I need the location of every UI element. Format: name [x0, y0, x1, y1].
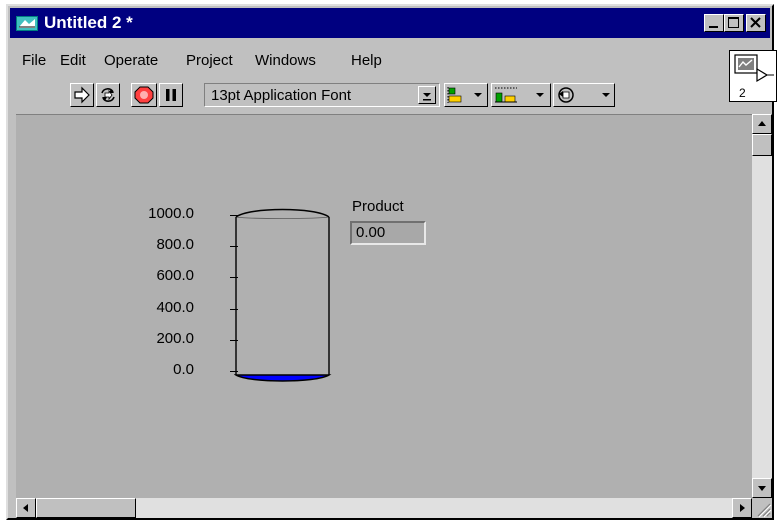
- menu-edit[interactable]: Edit: [60, 52, 86, 69]
- product-numeric-indicator[interactable]: 0.00: [350, 221, 426, 245]
- arrow-right-icon: [740, 504, 745, 512]
- vertical-scroll-thumb[interactable]: [752, 134, 772, 156]
- run-arrow-icon: [74, 86, 90, 104]
- tank-scale-label: 0.0: [173, 361, 194, 378]
- menu-help[interactable]: Help: [351, 52, 382, 69]
- reorder-icon: [558, 87, 610, 103]
- tank-scale-label: 400.0: [156, 298, 194, 316]
- front-panel[interactable]: 1000.0 800.0 600.0 400.0 200.0 0.0 Product 0.…: [16, 114, 752, 499]
- menu-operate[interactable]: Operate: [104, 52, 158, 69]
- minimize-button[interactable]: [704, 14, 724, 32]
- tank-scale-label: 800.0: [156, 236, 194, 254]
- menu-file[interactable]: File: [22, 52, 46, 69]
- scroll-left-button[interactable]: [16, 498, 36, 518]
- align-objects-icon: [447, 87, 482, 103]
- tank-indicator[interactable]: [234, 205, 334, 389]
- window-title: Untitled 2 *: [44, 13, 133, 32]
- scroll-up-button[interactable]: [752, 114, 772, 134]
- horizontal-scroll-thumb[interactable]: [36, 498, 136, 518]
- vertical-scrollbar[interactable]: [752, 114, 772, 498]
- arrow-down-icon: [758, 486, 766, 491]
- align-objects-button[interactable]: [444, 83, 488, 107]
- resize-grip[interactable]: [752, 498, 772, 518]
- title-bar[interactable]: Untitled 2 *: [10, 8, 770, 38]
- scroll-right-button[interactable]: [732, 498, 752, 518]
- maximize-button[interactable]: [724, 14, 744, 32]
- run-continuously-button[interactable]: [96, 83, 120, 107]
- scroll-down-button[interactable]: [752, 478, 772, 498]
- abort-button[interactable]: [131, 83, 157, 107]
- abort-stop-icon: [134, 86, 154, 104]
- distribute-objects-icon: [495, 87, 544, 103]
- product-value: 0.00: [356, 224, 386, 241]
- resize-grip-icon: [757, 503, 772, 518]
- arrow-up-icon: [758, 121, 766, 126]
- font-dropdown-button[interactable]: [418, 86, 436, 104]
- vi-window: Untitled 2 * File Edit Operate Project W…: [6, 4, 777, 520]
- dropdown-arrow-icon: [423, 93, 431, 101]
- font-select-value: 13pt Application Font: [211, 87, 352, 104]
- menu-windows[interactable]: Windows: [255, 52, 316, 69]
- vi-icon-graphic: [734, 54, 774, 83]
- run-button[interactable]: [70, 83, 94, 107]
- tank-scale-label: 1000.0: [148, 205, 194, 222]
- distribute-objects-button[interactable]: [491, 83, 551, 107]
- product-label: Product: [352, 198, 404, 215]
- tank-fill-level: [234, 374, 332, 382]
- pause-icon: [166, 89, 176, 101]
- tank-scale-label: 200.0: [156, 329, 194, 347]
- font-select[interactable]: 13pt Application Font: [204, 83, 440, 107]
- tank-scale-label: 600.0: [156, 267, 194, 285]
- reorder-button[interactable]: [553, 83, 615, 107]
- arrow-left-icon: [23, 504, 28, 512]
- pause-button[interactable]: [159, 83, 183, 107]
- horizontal-scrollbar[interactable]: [16, 498, 752, 518]
- maximize-icon: [728, 17, 739, 28]
- labview-app-icon: [16, 16, 38, 31]
- close-button[interactable]: [746, 14, 766, 32]
- close-icon: [750, 17, 761, 28]
- vi-icon-number: 2: [739, 86, 746, 100]
- run-continuously-icon: [101, 88, 115, 102]
- vi-icon-connector[interactable]: 2: [729, 50, 777, 102]
- minimize-icon: [709, 26, 718, 28]
- menu-project[interactable]: Project: [186, 52, 233, 69]
